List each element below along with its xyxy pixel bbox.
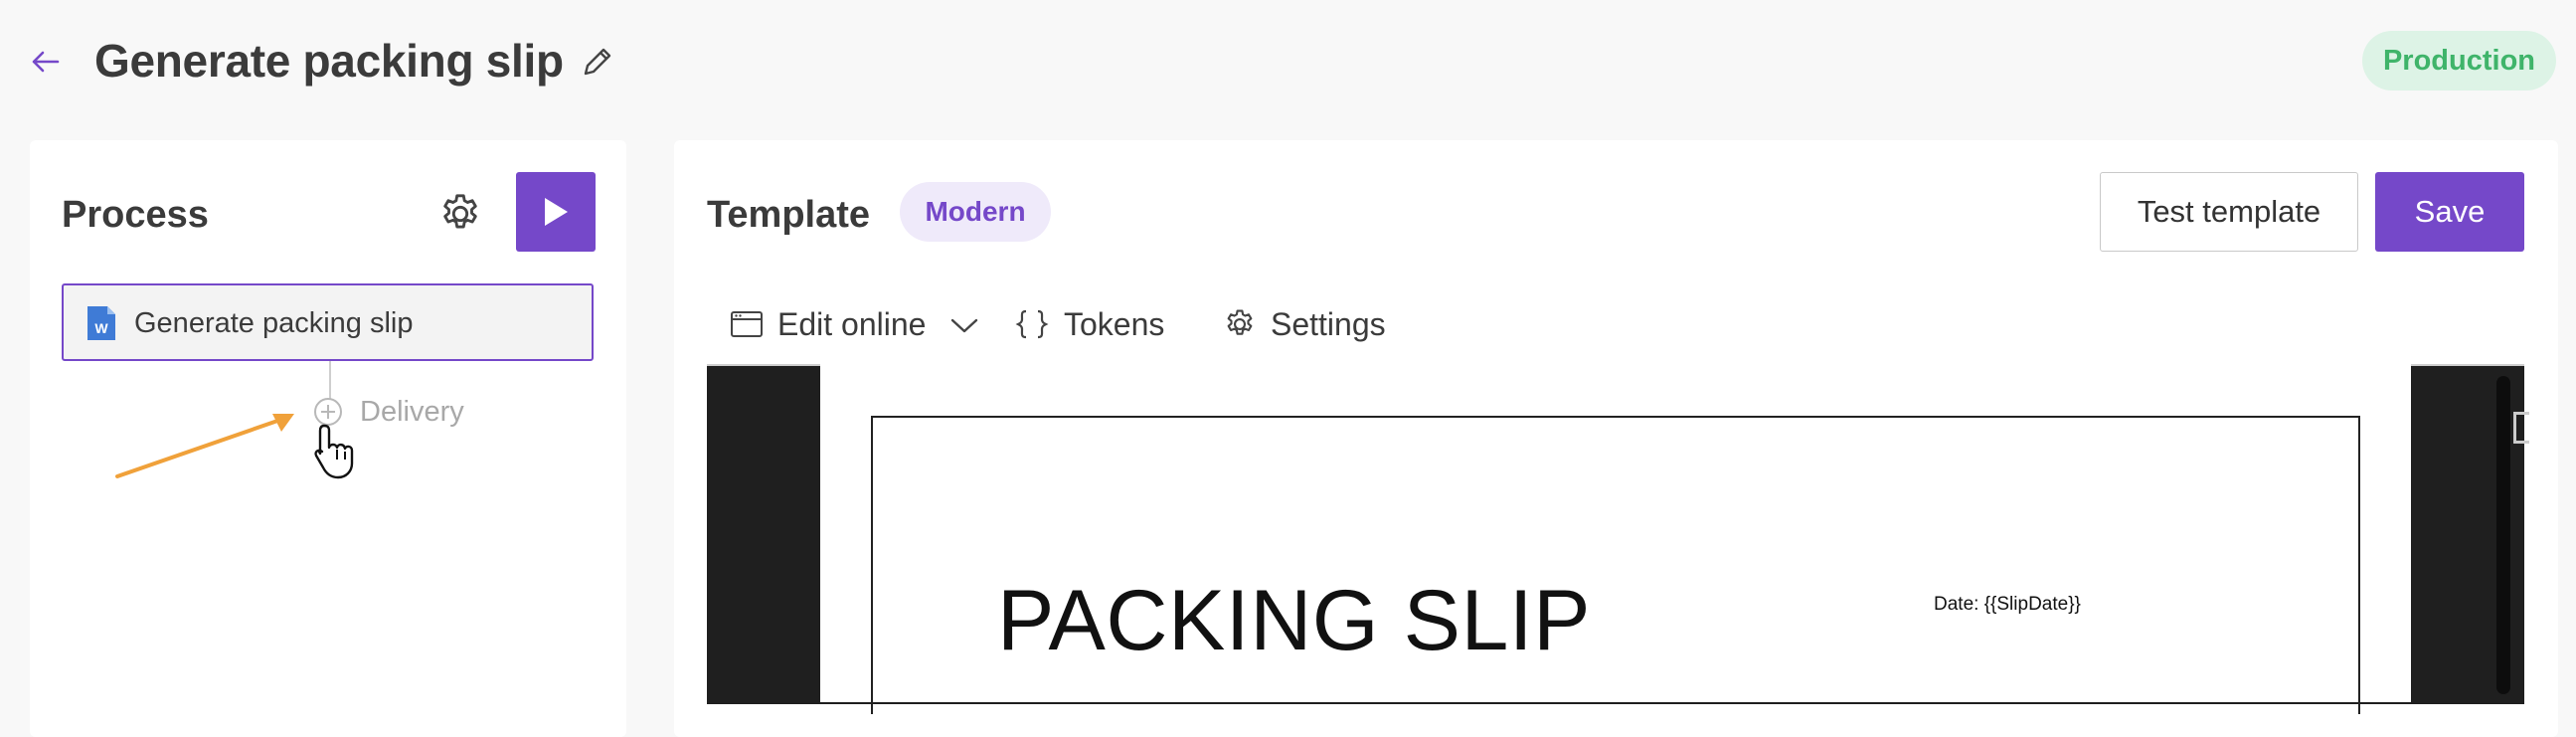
preview-side-handle[interactable] (2513, 412, 2529, 444)
tab-settings-label: Settings (1271, 305, 1386, 342)
document-date-token: Date: {{SlipDate}} (1934, 594, 2081, 615)
run-process-button[interactable] (516, 172, 596, 252)
preview-scrollbar[interactable] (2496, 376, 2510, 694)
tab-edit-online-label: Edit online (777, 305, 927, 342)
svg-text:W: W (94, 320, 108, 336)
process-title: Process (62, 194, 209, 236)
word-doc-icon: W (87, 306, 115, 340)
process-step-label: Generate packing slip (134, 307, 414, 339)
chevron-down-icon[interactable] (947, 310, 981, 340)
add-delivery-step[interactable]: Delivery (360, 396, 464, 429)
tab-settings[interactable]: Settings (1223, 301, 1386, 347)
template-style-badge: Modern (900, 182, 1051, 242)
process-settings-gear-icon[interactable] (437, 191, 483, 237)
tab-edit-online[interactable]: Edit online (730, 301, 926, 347)
save-button[interactable]: Save (2375, 172, 2524, 252)
braces-icon (1015, 309, 1049, 339)
browser-window-icon (731, 311, 763, 337)
template-title: Template (707, 194, 871, 236)
page-title: Generate packing slip (94, 35, 564, 87)
gear-icon (1227, 309, 1253, 335)
hand-pointer-cursor-icon (314, 424, 354, 479)
environment-badge: Production (2362, 31, 2556, 91)
tab-tokens[interactable]: Tokens (1014, 301, 1164, 347)
play-icon (545, 198, 568, 226)
back-arrow-icon[interactable] (28, 44, 64, 80)
annotation-arrow-icon (115, 414, 294, 478)
edit-pencil-icon[interactable] (580, 44, 615, 80)
document-heading: PACKING SLIP (997, 573, 1592, 668)
test-template-button[interactable]: Test template (2100, 172, 2358, 252)
tab-tokens-label: Tokens (1064, 305, 1165, 342)
